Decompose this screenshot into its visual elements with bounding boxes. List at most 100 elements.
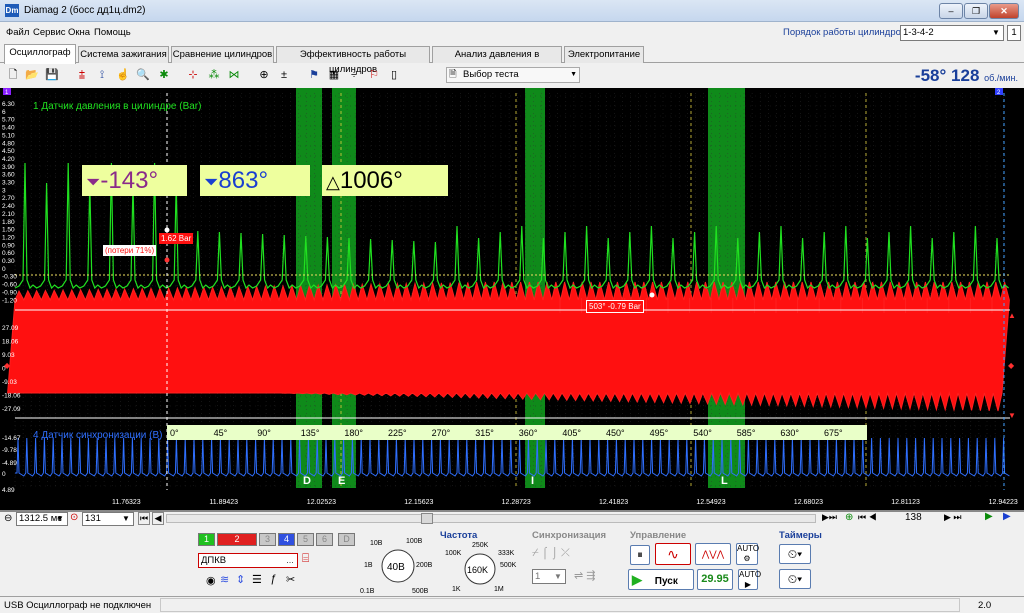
function-icon[interactable]: ƒ [270,573,276,585]
sine-button[interactable]: ∿ [655,543,691,565]
ch1-tick: 4.50 [2,148,15,155]
angle-tick: 0° [170,428,179,438]
record-icon[interactable]: ⊙ [70,512,78,523]
cursor-tool-icon[interactable]: ⩲ [74,67,90,83]
minimize-button[interactable]: – [939,3,963,19]
table-icon[interactable]: ▦ [326,67,342,83]
zoom-icon[interactable]: 🔍 [135,67,151,83]
ch2-scroll-down-icon[interactable]: ▼ [1008,411,1016,420]
frequency-dial[interactable]: 160K 250K 100K 333K 500K 1K 1M [442,539,522,595]
filter-wave-icon[interactable]: ≋ [220,573,229,586]
cursor2-angle: 863° [218,167,269,194]
prev-frame-button[interactable]: ◀ [152,512,164,525]
hand-icon[interactable]: ☝ [115,67,131,83]
timer-1-button[interactable]: ⏲▾ [779,544,811,564]
ch2-offset-icon[interactable]: ◆ [1008,361,1015,370]
sync-marker-icon[interactable]: ⚑ [306,67,322,83]
timer-2-button[interactable]: ⏲▾ [779,569,811,589]
channel-5-button[interactable]: 5 [297,533,314,546]
sensor-select[interactable]: ДПКВ… [198,553,298,568]
tab-cylinder-efficiency[interactable]: Эффективность работы цилиндров [276,46,430,75]
menu-file[interactable]: Файл [6,27,29,38]
time-tick: 12.41823 [599,499,628,506]
divide-icon[interactable]: ÷ [346,67,362,83]
probe-icon[interactable]: ⌸ [302,551,309,566]
ch1-tick: 4.80 [2,140,15,147]
save-icon[interactable]: 💾 [44,67,60,83]
auto-button[interactable]: AUTO ⚙ [736,543,759,565]
channel-3-button[interactable]: 3 [259,533,276,546]
tab-ignition[interactable]: Система зажигания [78,46,169,63]
open-folder-icon[interactable]: 📂 [24,67,40,83]
start-button[interactable]: ▶ Пуск [628,569,694,590]
overlay-icon[interactable]: ⋈ [226,67,242,83]
cursor-point-2[interactable] [649,292,655,298]
sync-level-icons[interactable]: ⇌ ⇶ [574,569,596,582]
tab-pressure-analysis[interactable]: Анализ давления в цилиндре [432,46,562,75]
play-fast-icon[interactable]: ▶ [1003,511,1011,522]
invert-icon[interactable]: ◉ [206,574,216,587]
forward-icon[interactable]: ▶ ⏭ [944,512,962,523]
zoom-out-icon[interactable]: ⊖ [4,513,12,524]
ch2-zero-icon[interactable]: ◆ [4,361,11,370]
test-select[interactable]: 🗎 Выбор теста ▼ [446,67,580,83]
timebase-select[interactable]: 1312.5 мс ▼ [16,512,68,526]
degree-icon[interactable]: ± [276,67,292,83]
chevron-down-icon: ▼ [122,514,130,523]
offset-icon[interactable]: ⇕ [236,573,245,586]
channel-4-button[interactable]: 4 [278,533,295,546]
tab-power[interactable]: Электропитание [564,46,644,63]
oscilloscope-display[interactable]: 6.30 6 5.70 5.40 5.10 4.80 4.50 4.20 3.90 3.60 3.3… [0,88,1024,510]
time-tick: 12.02523 [307,499,336,506]
menu-windows[interactable]: Окна [68,27,90,38]
scale-icon[interactable]: ☰ [252,573,262,586]
close-button[interactable]: ✕ [989,3,1019,19]
voltage-dial[interactable]: 40В 10В 100В 1В 200В 0.1В 500В [360,533,436,595]
page-icon[interactable]: ▯ [386,67,402,83]
play-icon[interactable]: ▶ [985,511,993,522]
cursor-point-1[interactable] [164,227,170,233]
freq-tick-250k: 250K [472,542,489,549]
angle-tick: 630° [780,428,799,438]
frame-scrollbar[interactable] [166,513,816,524]
first-frame-button[interactable]: ⏮ [138,512,150,525]
snap-icon[interactable]: ⊹ [185,67,201,83]
chevron-down-icon: ▼ [992,28,1000,37]
ch1-tick: -1.20 [2,297,17,304]
filter-icon[interactable]: ⁂ [206,67,222,83]
channel-d-button[interactable]: D [338,533,355,546]
add-frame-icon[interactable]: ⊕ [845,512,853,523]
ch2-tick: 27.09 [2,325,19,332]
ch1-tick: 1.50 [2,227,15,234]
auto-run-button[interactable]: AUTO ▶ [738,569,761,590]
tab-cylinder-compare[interactable]: Сравнение цилиндров [171,46,274,63]
trigger-icon[interactable]: ⟟ [94,67,110,83]
record-wave-button[interactable]: ⋀⋁⋀ [695,543,731,565]
pause-button[interactable]: ⏸ [630,545,650,565]
channel-6-button[interactable]: 6 [316,533,333,546]
channel-1-button[interactable]: 1 [198,533,215,546]
maximize-button[interactable]: ❐ [964,3,988,19]
sync-edge-icons[interactable]: ⌿ ⌠ ⌡ ⤫ [532,547,570,560]
new-file-icon[interactable]: 🗋 [5,67,21,83]
menu-help[interactable]: Помощь [94,27,131,38]
cylinder-stepper[interactable]: 1 [1007,25,1021,41]
menu-service[interactable]: Сервис [33,27,66,38]
flag-icon[interactable]: ⚐ [366,67,382,83]
channel-2-button[interactable]: 2 [217,533,257,546]
ch2-scroll-up-icon[interactable]: ▲ [1008,311,1016,320]
ch1-tick: 1.80 [2,219,15,226]
frame-select[interactable]: 131 ▼ [82,512,134,526]
marker-icon[interactable]: ✱ [156,67,172,83]
volt-tick-100: 100В [406,538,423,545]
tools-icon[interactable]: ✂ [286,573,295,586]
cylinder-order-select[interactable]: 1-3-4-2 ▼ [900,25,1004,41]
frame-scroll-thumb[interactable] [421,513,433,524]
time-tick: 12.28723 [502,499,531,506]
sync-channel-select[interactable]: 1 ▼ [532,569,566,584]
delta-panel: △1006° [322,165,448,196]
auto-cursor-icon[interactable]: ⊕ [256,67,272,83]
rewind-icon[interactable]: ⏮ ◀ [858,512,877,523]
tab-oscilloscope[interactable]: Осциллограф [4,44,76,64]
next-icon[interactable]: ▶⏭ [822,512,837,523]
